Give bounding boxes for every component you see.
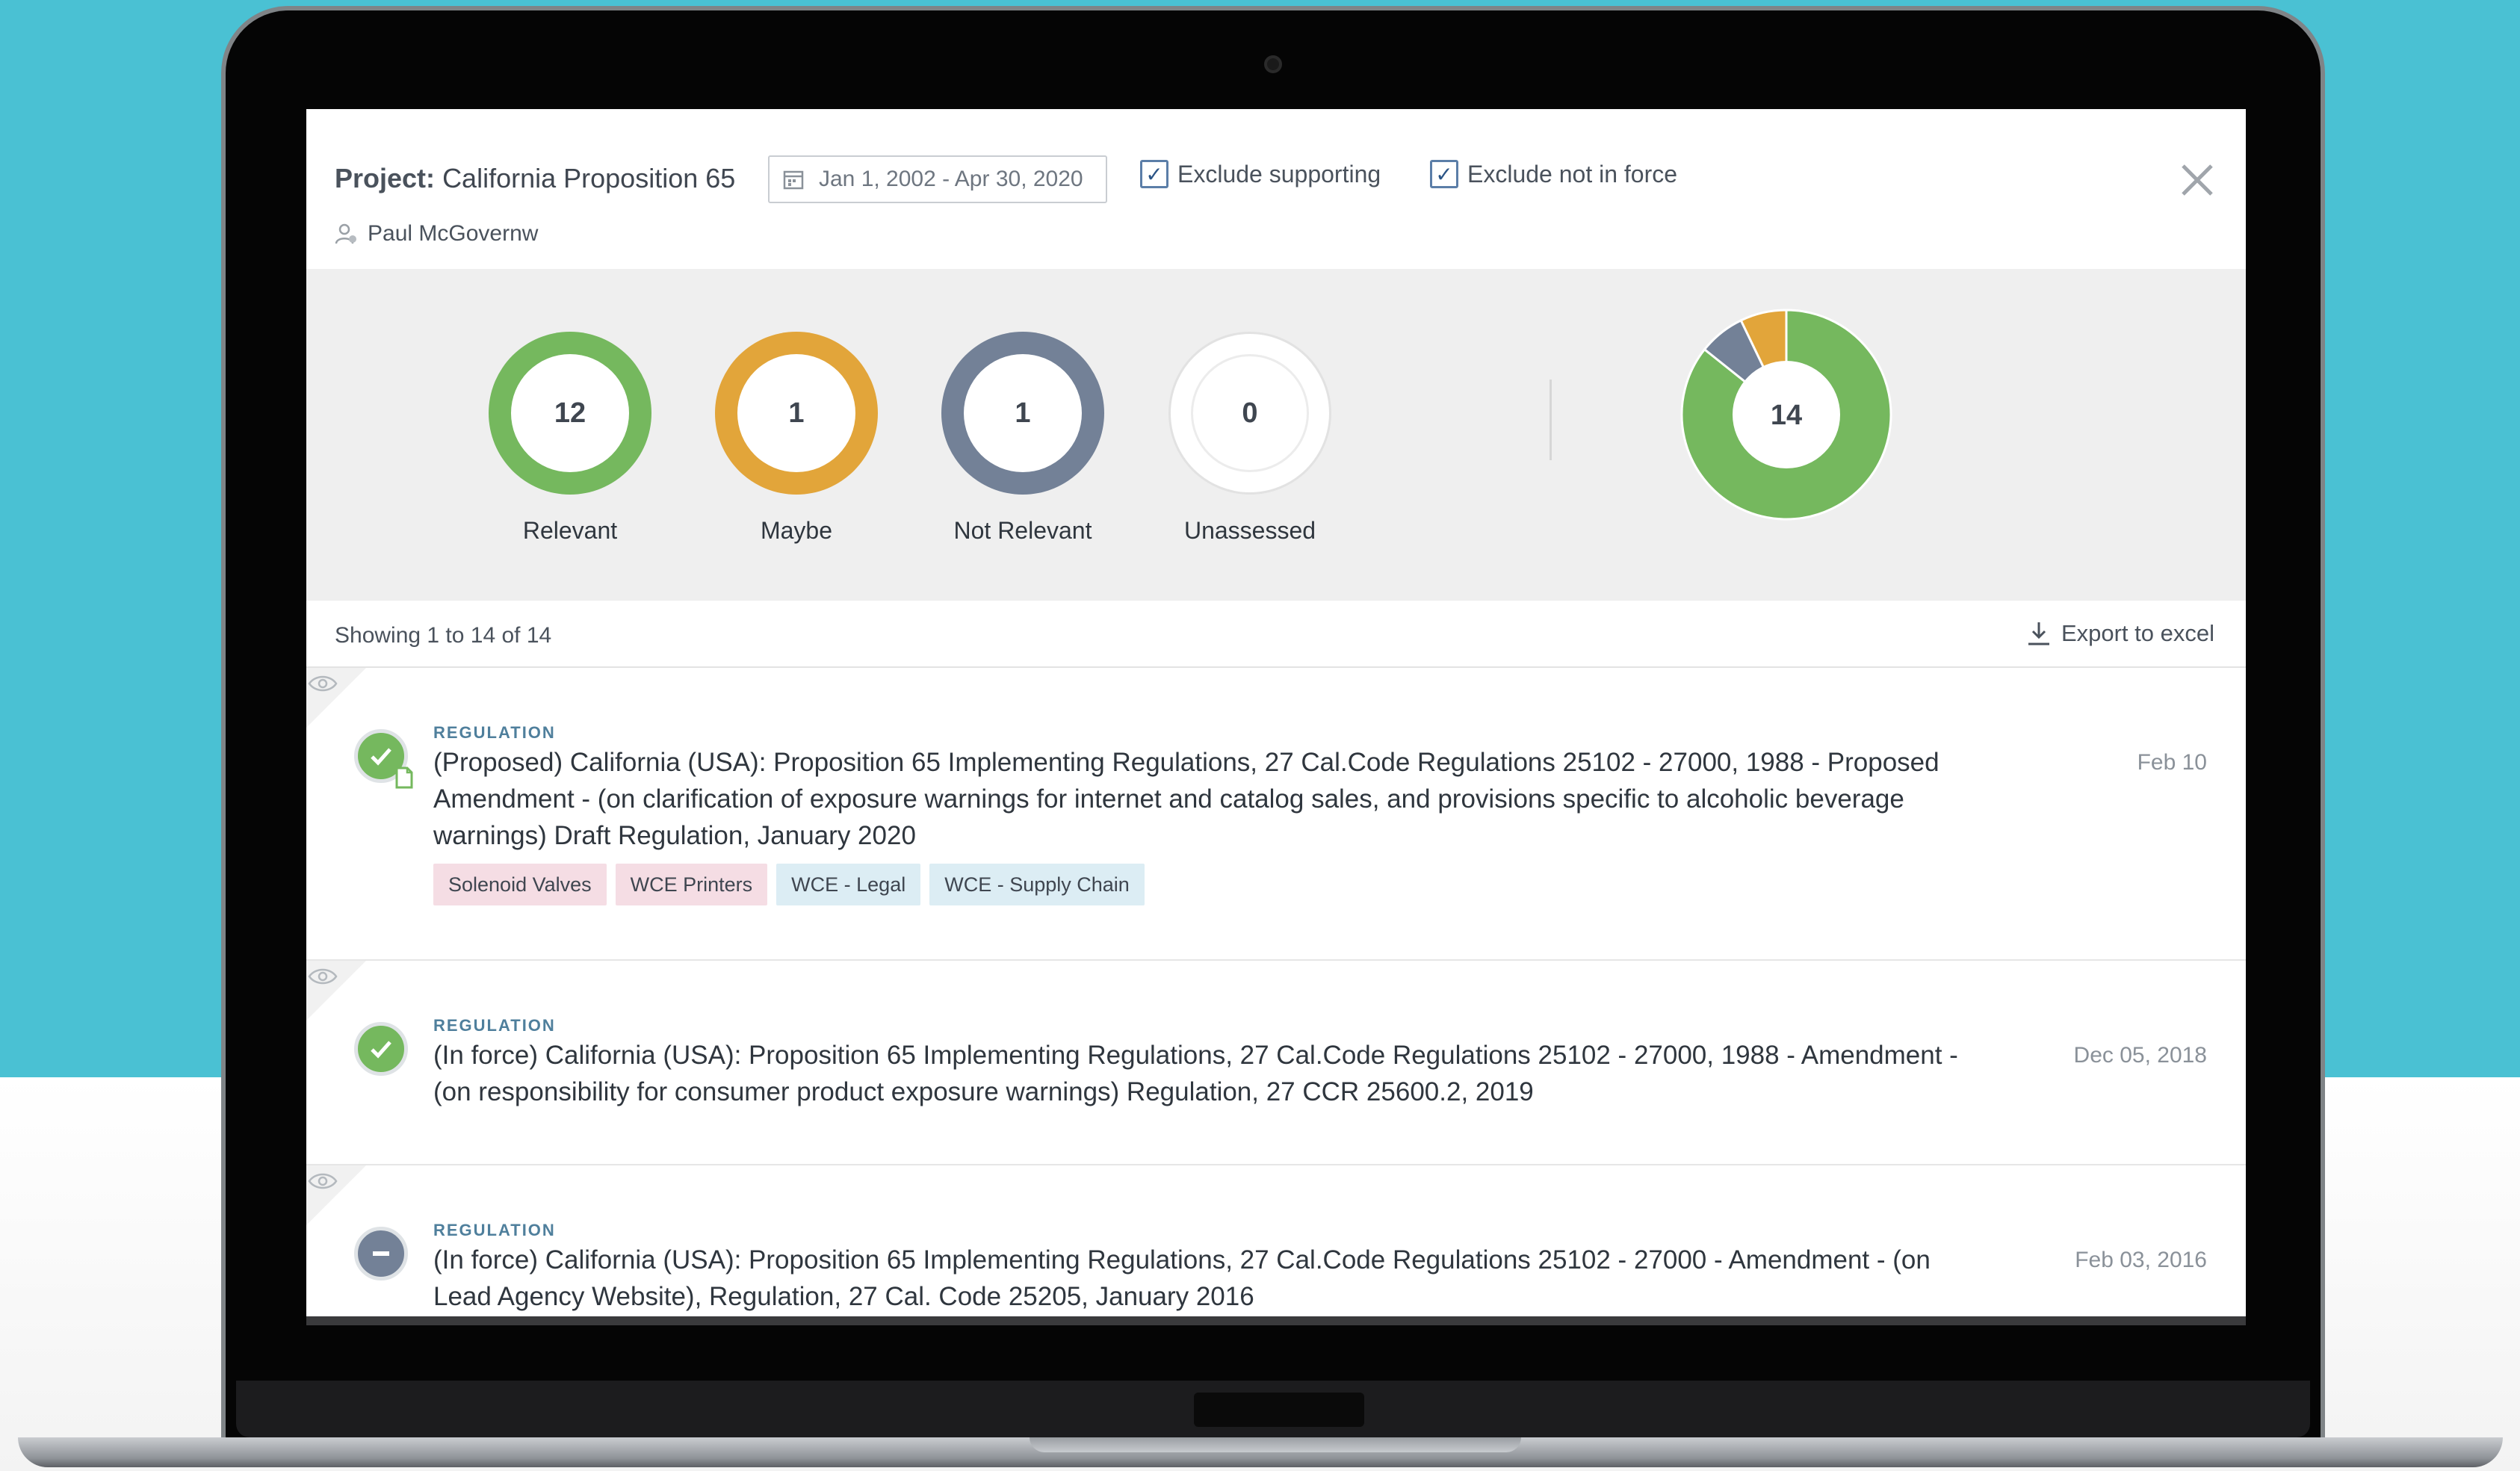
project-title: Project: California Proposition 65 [335, 163, 735, 194]
document-icon [395, 767, 413, 789]
close-icon[interactable] [2179, 161, 2216, 199]
unassessed-count: 0 [1242, 397, 1258, 429]
relevant-ring: 12 [489, 332, 651, 495]
item-title[interactable]: (Proposed) California (USA): Proposition… [433, 744, 1965, 854]
tag-wce-legal[interactable]: WCE - Legal [776, 864, 921, 905]
item-type: REGULATION [433, 723, 556, 742]
export-label: Export to excel [2061, 620, 2214, 646]
relevant-count: 12 [554, 397, 586, 429]
user-info: Paul McGovernw [335, 221, 538, 247]
item-title[interactable]: (In force) California (USA): Proposition… [433, 1242, 1965, 1315]
exclude-not-in-force-checkbox[interactable]: ✓ Exclude not in force [1430, 160, 1677, 188]
unassessed-label: Unassessed [1183, 517, 1316, 544]
not-relevant-stat[interactable]: 1 Not Relevant [926, 332, 1120, 545]
tag-wce-printers[interactable]: WCE Printers [615, 864, 768, 905]
item-date: Dec 05, 2018 [2073, 1043, 2207, 1068]
item-type: REGULATION [433, 1016, 556, 1035]
camera [1264, 55, 1282, 73]
item-title[interactable]: (In force) California (USA): Proposition… [433, 1037, 1965, 1110]
tag-solenoid-valves[interactable]: Solenoid Valves [433, 864, 607, 905]
exclude-supporting-label: Exclude supporting [1177, 160, 1381, 188]
calendar-icon [783, 170, 804, 190]
project-header: Project: California Proposition 65 Jan 1… [306, 109, 2246, 269]
unassessed-ring: 0 [1168, 332, 1331, 495]
user-name: Paul McGovernw [368, 221, 539, 246]
project-label: Project: [335, 163, 436, 193]
laptop-base-lip [1030, 1437, 1521, 1452]
unassessed-stat[interactable]: 0 Unassessed [1153, 332, 1347, 545]
relevant-stat[interactable]: 12 Relevant [473, 332, 667, 545]
not-relevant-label: Not Relevant [953, 517, 1092, 544]
eye-icon[interactable] [308, 674, 338, 693]
relevant-status-icon[interactable] [354, 1022, 408, 1076]
not-relevant-status-icon[interactable] [354, 1227, 408, 1280]
screen-bezel-edge [306, 1316, 2246, 1325]
list-toolbar: Showing 1 to 14 of 14 Export to excel [306, 601, 2246, 668]
exclude-not-in-force-label: Exclude not in force [1467, 160, 1678, 188]
list-item[interactable]: REGULATION (In force) California (USA): … [306, 1165, 2246, 1318]
download-icon [2028, 622, 2049, 645]
user-icon [335, 223, 356, 244]
item-tags: Solenoid Valves WCE Printers WCE - Legal… [433, 864, 1145, 905]
eye-icon[interactable] [308, 1171, 338, 1191]
total-donut-chart: 14 [1680, 309, 1892, 521]
relevant-label: Relevant [522, 517, 618, 544]
list-item[interactable]: REGULATION (Proposed) California (USA): … [306, 668, 2246, 961]
total-count: 14 [1771, 400, 1802, 431]
laptop-notch [1194, 1393, 1364, 1427]
eye-icon[interactable] [308, 967, 338, 986]
maybe-label: Maybe [760, 517, 833, 544]
export-to-excel-button[interactable]: Export to excel [2027, 620, 2214, 647]
date-range-text: Jan 1, 2002 - Apr 30, 2020 [819, 167, 1083, 191]
project-name: California Proposition 65 [442, 163, 736, 193]
list-item[interactable]: REGULATION (In force) California (USA): … [306, 961, 2246, 1165]
exclude-supporting-checkbox[interactable]: ✓ Exclude supporting [1140, 160, 1381, 188]
item-date: Feb 10 [2137, 750, 2207, 775]
item-date: Feb 03, 2016 [2075, 1248, 2207, 1272]
results-count: Showing 1 to 14 of 14 [335, 623, 552, 648]
item-type: REGULATION [433, 1221, 556, 1239]
checkbox-checked-icon: ✓ [1430, 160, 1458, 188]
not-relevant-count: 1 [1015, 397, 1031, 429]
assessment-summary: 12 Relevant 1 Maybe 1 Not Relevant 0 Una… [306, 269, 2246, 601]
tag-wce-supply-chain[interactable]: WCE - Supply Chain [929, 864, 1145, 905]
date-range-picker[interactable]: Jan 1, 2002 - Apr 30, 2020 [768, 155, 1107, 203]
summary-divider [1550, 380, 1552, 460]
checkbox-checked-icon: ✓ [1140, 160, 1168, 188]
app-screen: Project: California Proposition 65 Jan 1… [306, 109, 2246, 1318]
maybe-stat[interactable]: 1 Maybe [699, 332, 894, 545]
maybe-ring: 1 [715, 332, 878, 495]
maybe-count: 1 [788, 397, 805, 429]
not-relevant-ring: 1 [941, 332, 1104, 495]
